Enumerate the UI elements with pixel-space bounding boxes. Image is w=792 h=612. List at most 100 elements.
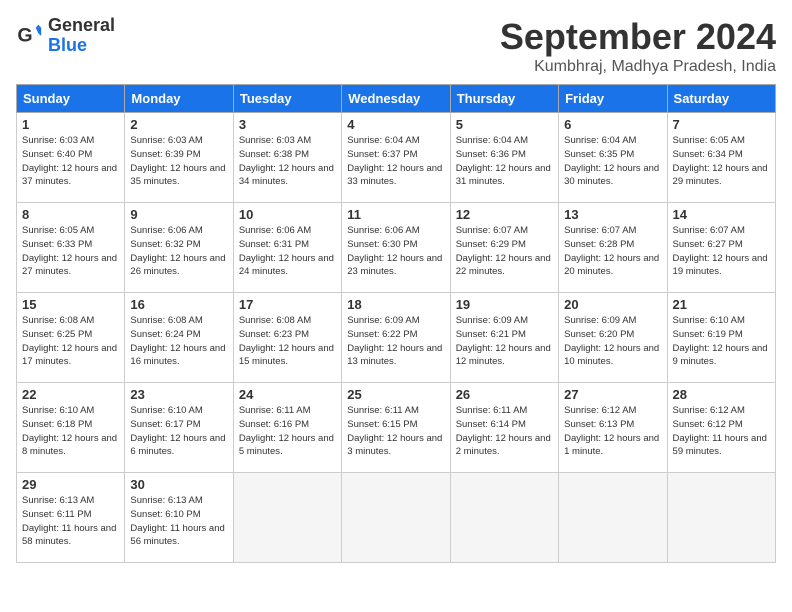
day-info: Sunrise: 6:13 AMSunset: 6:10 PMDaylight:… (130, 494, 227, 549)
calendar-table: Sunday Monday Tuesday Wednesday Thursday… (16, 84, 776, 563)
day-number: 3 (239, 117, 336, 132)
weekday-header-row: Sunday Monday Tuesday Wednesday Thursday… (17, 85, 776, 113)
table-row: 25 Sunrise: 6:11 AMSunset: 6:15 PMDayligh… (342, 383, 450, 473)
day-info: Sunrise: 6:09 AMSunset: 6:21 PMDaylight:… (456, 314, 553, 369)
page-header: G General Blue September 2024 Kumbhraj, … (16, 16, 776, 76)
table-row: 22 Sunrise: 6:10 AMSunset: 6:18 PMDayligh… (17, 383, 125, 473)
day-number: 20 (564, 297, 661, 312)
day-info: Sunrise: 6:07 AMSunset: 6:27 PMDaylight:… (673, 224, 770, 279)
table-row: 9 Sunrise: 6:06 AMSunset: 6:32 PMDaylight… (125, 203, 233, 293)
empty-cell (667, 473, 775, 563)
location-subtitle: Kumbhraj, Madhya Pradesh, India (500, 58, 776, 76)
day-number: 28 (673, 387, 770, 402)
day-info: Sunrise: 6:10 AMSunset: 6:19 PMDaylight:… (673, 314, 770, 369)
day-info: Sunrise: 6:04 AMSunset: 6:35 PMDaylight:… (564, 134, 661, 189)
day-number: 21 (673, 297, 770, 312)
day-info: Sunrise: 6:11 AMSunset: 6:16 PMDaylight:… (239, 404, 336, 459)
calendar-week-row: 22 Sunrise: 6:10 AMSunset: 6:18 PMDayligh… (17, 383, 776, 473)
table-row: 21 Sunrise: 6:10 AMSunset: 6:19 PMDayligh… (667, 293, 775, 383)
svg-text:G: G (17, 24, 32, 46)
day-number: 14 (673, 207, 770, 222)
table-row: 3 Sunrise: 6:03 AMSunset: 6:38 PMDaylight… (233, 113, 341, 203)
calendar-week-row: 29 Sunrise: 6:13 AMSunset: 6:11 PMDayligh… (17, 473, 776, 563)
day-info: Sunrise: 6:05 AMSunset: 6:33 PMDaylight:… (22, 224, 119, 279)
day-info: Sunrise: 6:07 AMSunset: 6:28 PMDaylight:… (564, 224, 661, 279)
table-row: 27Sunrise: 6:12 AMSunset: 6:13 PMDayligh… (559, 383, 667, 473)
day-info: Sunrise: 6:08 AMSunset: 6:24 PMDaylight:… (130, 314, 227, 369)
day-number: 24 (239, 387, 336, 402)
day-info: Sunrise: 6:06 AMSunset: 6:31 PMDaylight:… (239, 224, 336, 279)
header-wednesday: Wednesday (342, 85, 450, 113)
day-info: Sunrise: 6:03 AMSunset: 6:40 PMDaylight:… (22, 134, 119, 189)
day-number: 13 (564, 207, 661, 222)
day-info: Sunrise: 6:10 AMSunset: 6:18 PMDaylight:… (22, 404, 119, 459)
table-row: 5 Sunrise: 6:04 AMSunset: 6:36 PMDaylight… (450, 113, 558, 203)
table-row: 26Sunrise: 6:11 AMSunset: 6:14 PMDayligh… (450, 383, 558, 473)
day-number: 22 (22, 387, 119, 402)
day-number: 26 (456, 387, 553, 402)
table-row: 7 Sunrise: 6:05 AMSunset: 6:34 PMDaylight… (667, 113, 775, 203)
table-row: 8Sunrise: 6:05 AMSunset: 6:33 PMDaylight… (17, 203, 125, 293)
table-row: 30 Sunrise: 6:13 AMSunset: 6:10 PMDayligh… (125, 473, 233, 563)
title-area: September 2024 Kumbhraj, Madhya Pradesh,… (500, 16, 776, 76)
day-number: 17 (239, 297, 336, 312)
day-info: Sunrise: 6:13 AMSunset: 6:11 PMDaylight:… (22, 494, 119, 549)
table-row: 24 Sunrise: 6:11 AMSunset: 6:16 PMDayligh… (233, 383, 341, 473)
day-info: Sunrise: 6:08 AMSunset: 6:23 PMDaylight:… (239, 314, 336, 369)
empty-cell (342, 473, 450, 563)
day-number: 9 (130, 207, 227, 222)
day-info: Sunrise: 6:04 AMSunset: 6:36 PMDaylight:… (456, 134, 553, 189)
day-info: Sunrise: 6:05 AMSunset: 6:34 PMDaylight:… (673, 134, 770, 189)
day-info: Sunrise: 6:08 AMSunset: 6:25 PMDaylight:… (22, 314, 119, 369)
day-info: Sunrise: 6:09 AMSunset: 6:22 PMDaylight:… (347, 314, 444, 369)
table-row: 29 Sunrise: 6:13 AMSunset: 6:11 PMDayligh… (17, 473, 125, 563)
table-row: 12Sunrise: 6:07 AMSunset: 6:29 PMDayligh… (450, 203, 558, 293)
logo-icon: G (16, 22, 44, 50)
table-row: 17 Sunrise: 6:08 AMSunset: 6:23 PMDayligh… (233, 293, 341, 383)
day-info: Sunrise: 6:06 AMSunset: 6:32 PMDaylight:… (130, 224, 227, 279)
day-number: 19 (456, 297, 553, 312)
day-number: 12 (456, 207, 553, 222)
table-row: 16 Sunrise: 6:08 AMSunset: 6:24 PMDayligh… (125, 293, 233, 383)
day-info: Sunrise: 6:12 AMSunset: 6:12 PMDaylight:… (673, 404, 770, 459)
table-row: 23Sunrise: 6:10 AMSunset: 6:17 PMDayligh… (125, 383, 233, 473)
day-number: 1 (22, 117, 119, 132)
day-info: Sunrise: 6:11 AMSunset: 6:15 PMDaylight:… (347, 404, 444, 459)
table-row: 15 Sunrise: 6:08 AMSunset: 6:25 PMDayligh… (17, 293, 125, 383)
day-number: 25 (347, 387, 444, 402)
table-row: 1 Sunrise: 6:03 AMSunset: 6:40 PMDaylight… (17, 113, 125, 203)
calendar-week-row: 1 Sunrise: 6:03 AMSunset: 6:40 PMDaylight… (17, 113, 776, 203)
header-monday: Monday (125, 85, 233, 113)
day-info: Sunrise: 6:06 AMSunset: 6:30 PMDaylight:… (347, 224, 444, 279)
calendar-week-row: 15 Sunrise: 6:08 AMSunset: 6:25 PMDayligh… (17, 293, 776, 383)
table-row: 11 Sunrise: 6:06 AMSunset: 6:30 PMDayligh… (342, 203, 450, 293)
table-row: 28 Sunrise: 6:12 AMSunset: 6:12 PMDayligh… (667, 383, 775, 473)
table-row: 10Sunrise: 6:06 AMSunset: 6:31 PMDayligh… (233, 203, 341, 293)
table-row: 20 Sunrise: 6:09 AMSunset: 6:20 PMDayligh… (559, 293, 667, 383)
day-number: 7 (673, 117, 770, 132)
table-row: 14 Sunrise: 6:07 AMSunset: 6:27 PMDayligh… (667, 203, 775, 293)
table-row: 18Sunrise: 6:09 AMSunset: 6:22 PMDayligh… (342, 293, 450, 383)
calendar-week-row: 8Sunrise: 6:05 AMSunset: 6:33 PMDaylight… (17, 203, 776, 293)
table-row: 19 Sunrise: 6:09 AMSunset: 6:21 PMDayligh… (450, 293, 558, 383)
day-info: Sunrise: 6:03 AMSunset: 6:38 PMDaylight:… (239, 134, 336, 189)
day-number: 23 (130, 387, 227, 402)
logo-general: General (48, 15, 115, 35)
day-number: 30 (130, 477, 227, 492)
day-number: 5 (456, 117, 553, 132)
empty-cell (559, 473, 667, 563)
header-tuesday: Tuesday (233, 85, 341, 113)
day-number: 11 (347, 207, 444, 222)
day-number: 6 (564, 117, 661, 132)
day-info: Sunrise: 6:09 AMSunset: 6:20 PMDaylight:… (564, 314, 661, 369)
day-number: 15 (22, 297, 119, 312)
header-friday: Friday (559, 85, 667, 113)
empty-cell (450, 473, 558, 563)
day-number: 2 (130, 117, 227, 132)
day-number: 16 (130, 297, 227, 312)
day-info: Sunrise: 6:04 AMSunset: 6:37 PMDaylight:… (347, 134, 444, 189)
day-number: 29 (22, 477, 119, 492)
day-number: 27 (564, 387, 661, 402)
header-sunday: Sunday (17, 85, 125, 113)
table-row: 4Sunrise: 6:04 AMSunset: 6:37 PMDaylight… (342, 113, 450, 203)
